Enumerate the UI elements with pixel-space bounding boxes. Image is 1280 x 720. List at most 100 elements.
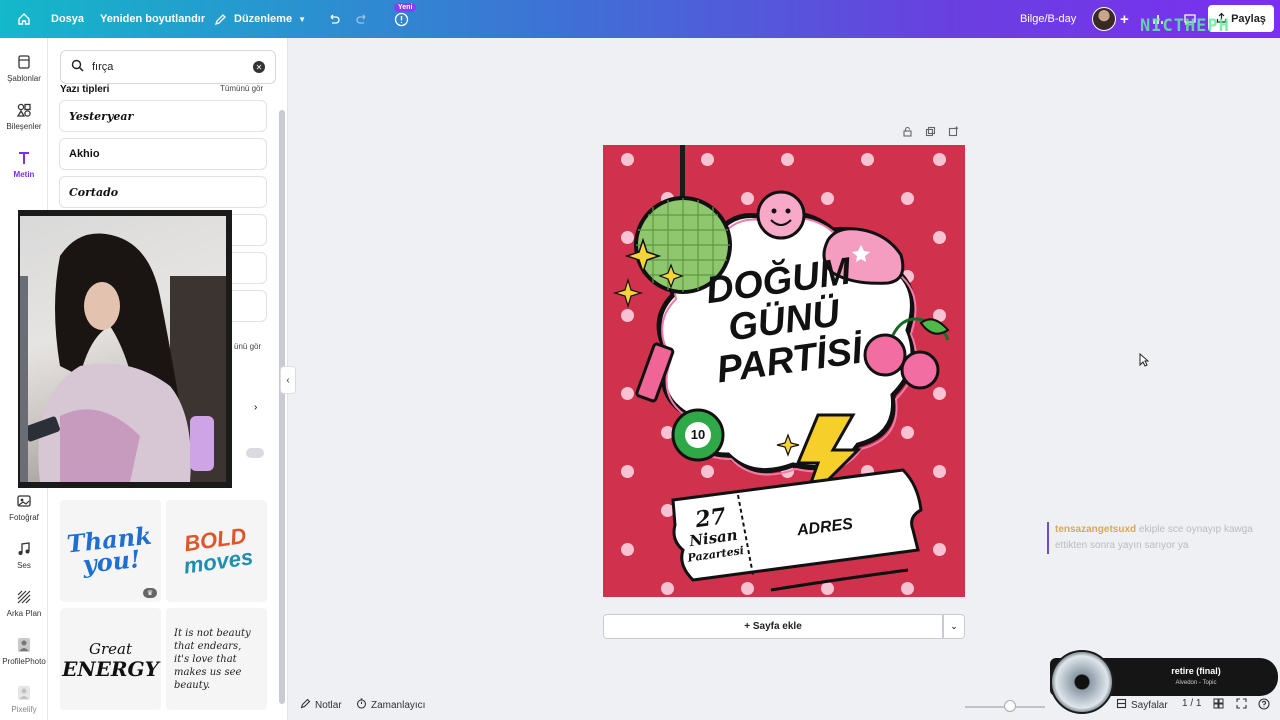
fonts-section-title: Yazı tipleri — [60, 84, 110, 95]
rail-item-photos[interactable]: Fotoğraf — [0, 493, 48, 522]
undo-icon — [326, 11, 342, 27]
rail-label: Şablonlar — [7, 74, 41, 83]
help-icon — [1258, 698, 1270, 713]
pages-label: Sayfalar — [1131, 699, 1168, 711]
templates-icon — [18, 55, 30, 69]
rail-label: Metin — [13, 170, 35, 179]
pages-button[interactable]: Sayfalar — [1116, 698, 1168, 712]
rail-item-background[interactable]: Arka Plan — [0, 589, 48, 618]
pencil-icon — [212, 11, 228, 27]
edit-menu[interactable]: Düzenleme ▼ — [212, 0, 306, 38]
pattern-icon — [17, 590, 31, 604]
ball-number: 10 — [690, 427, 706, 442]
add-page-dropdown[interactable]: ⌄ — [943, 614, 965, 639]
thumb-text: you! — [81, 543, 142, 579]
top-bar: Dosya Yeniden boyutlandır Düzenleme ▼ Ye… — [0, 0, 1280, 38]
see-all-link[interactable]: Tümünü gör — [220, 84, 263, 93]
text-style-thumbnail[interactable]: Thank you! ♛ — [60, 500, 161, 602]
rail-item-text[interactable]: Metin — [0, 150, 48, 179]
timer-button[interactable]: Zamanlayıcı — [356, 698, 425, 712]
canvas-toolbar — [902, 126, 959, 140]
text-style-thumbnail[interactable]: BOLD moves — [166, 500, 267, 602]
expand-icon — [1236, 698, 1247, 712]
chevron-right-icon[interactable]: › — [254, 402, 257, 413]
add-collaborator-button[interactable]: + — [1120, 0, 1129, 38]
redo-icon — [354, 11, 370, 27]
streamer-watermark: NICTHEPH — [1140, 16, 1230, 36]
panel-scrollbar[interactable] — [279, 110, 285, 704]
pages-icon — [1116, 698, 1127, 712]
add-page-button[interactable]: + Sayfa ekle — [603, 614, 943, 639]
redo-button[interactable] — [354, 0, 370, 38]
text-icon — [19, 152, 29, 164]
design-page[interactable]: DOĞUM GÜNÜ PARTİSİ 10 27 Nisan Pazartesi… — [603, 145, 965, 597]
rail-label: Ses — [17, 561, 31, 570]
rail-item-templates[interactable]: Şablonlar — [0, 54, 48, 83]
rail-label: Fotoğraf — [9, 513, 39, 522]
notes-label: Notlar — [315, 699, 342, 711]
profile-photo-icon — [18, 638, 30, 652]
undo-button[interactable] — [326, 0, 342, 38]
zoom-slider-handle[interactable] — [1004, 700, 1016, 712]
collapse-panel-button[interactable]: ‹ — [280, 366, 296, 394]
rail-label: Bileşenler — [6, 122, 42, 131]
vinyl-disc-icon — [1050, 650, 1114, 714]
avatar[interactable] — [1092, 7, 1116, 31]
project-title[interactable]: Bilge/B-day — [1020, 0, 1076, 38]
crown-icon: ♛ — [143, 588, 157, 598]
image-icon — [17, 495, 31, 507]
toggle-switch[interactable] — [246, 448, 264, 458]
font-option[interactable]: Yesteryear — [59, 100, 267, 132]
duplicate-icon[interactable] — [925, 126, 936, 140]
chat-overlay: tensazangetsuxd ekiple sce oynayıp kawga… — [1047, 522, 1257, 554]
timer-label: Zamanlayıcı — [371, 699, 426, 711]
alert-circle-icon — [393, 11, 409, 27]
pixelify-icon — [18, 686, 30, 700]
clear-search-icon[interactable]: ✕ — [253, 61, 265, 73]
rail-item-profilephoto[interactable]: ProfilePhoto — [0, 637, 48, 666]
search-icon — [71, 59, 84, 75]
fullscreen-button[interactable] — [1236, 698, 1247, 712]
song-title: retire (final) — [1171, 666, 1221, 676]
grid-icon — [1213, 698, 1224, 712]
webcam-image — [20, 216, 226, 482]
font-option[interactable]: Akhio — [59, 138, 267, 170]
notes-button[interactable]: Notlar — [300, 698, 342, 712]
grid-view-button[interactable] — [1213, 698, 1224, 712]
font-option[interactable]: Cortado — [59, 176, 267, 208]
notes-icon — [300, 698, 311, 712]
home-icon — [16, 11, 32, 27]
rail-item-elements[interactable]: Bileşenler — [0, 102, 48, 131]
plus-icon: + — [1120, 10, 1129, 28]
share-label: Paylaş — [1231, 12, 1266, 25]
timer-icon — [356, 698, 367, 712]
rail-label: Pixelify — [11, 705, 37, 714]
shapes-icon — [16, 103, 31, 117]
see-all-link-2[interactable]: ünü gör — [234, 342, 261, 351]
text-style-thumbnail[interactable]: Great ENERGY — [60, 608, 161, 710]
edit-menu-label: Düzenleme — [234, 13, 293, 25]
rail-item-audio[interactable]: Ses — [0, 541, 48, 570]
thumb-text: It is not beauty that endears, it's love… — [174, 627, 251, 691]
text-style-thumbnail[interactable]: It is not beauty that endears, it's love… — [166, 608, 267, 710]
resize-menu[interactable]: Yeniden boyutlandır — [100, 0, 205, 38]
search-box[interactable]: fırça ✕ — [60, 50, 276, 84]
design-title[interactable]: DOĞUM GÜNÜ PARTİSİ — [691, 250, 876, 392]
help-button[interactable] — [1258, 698, 1270, 713]
thumb-text: ENERGY — [62, 657, 159, 681]
page-count: 1 / 1 — [1182, 698, 1202, 709]
chevron-left-icon: ‹ — [286, 374, 290, 386]
new-badge: Yeni — [394, 3, 417, 12]
file-menu[interactable]: Dosya — [51, 0, 84, 38]
home-button[interactable] — [16, 0, 32, 38]
add-page-icon[interactable] — [948, 126, 959, 140]
thumb-text: Great — [88, 640, 132, 658]
lock-icon[interactable] — [902, 126, 913, 140]
webcam-overlay — [18, 210, 232, 488]
search-input[interactable]: fırça — [92, 61, 113, 73]
event-date[interactable]: 27 Nisan Pazartesi — [679, 503, 746, 567]
chevron-down-icon: ▼ — [298, 14, 306, 24]
rail-item-pixelify[interactable]: Pixelify — [0, 685, 48, 714]
song-artist: Alvedon - Topic — [1175, 680, 1217, 686]
rail-label: Arka Plan — [6, 609, 42, 618]
